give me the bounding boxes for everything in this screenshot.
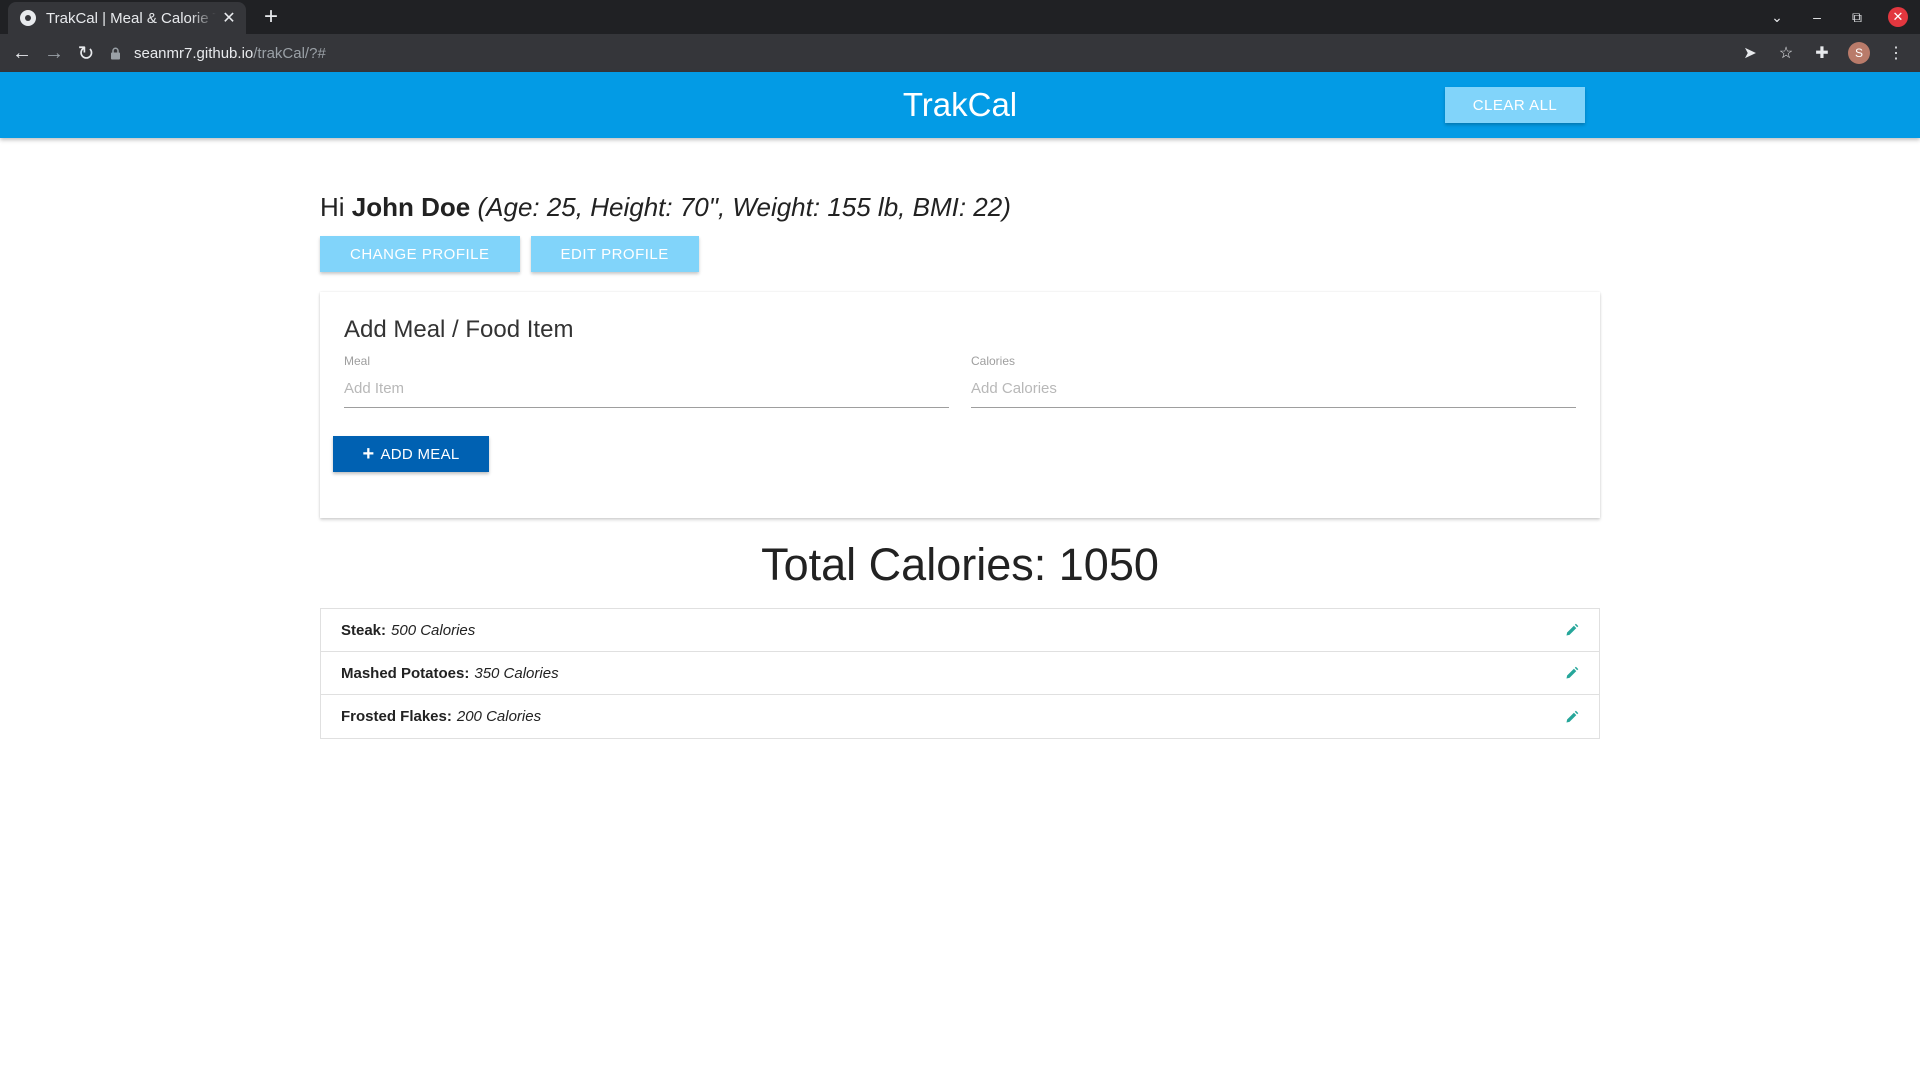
add-meal-card: Add Meal / Food Item Meal Calories + ADD… <box>320 292 1600 518</box>
send-icon[interactable]: ➤ <box>1740 43 1760 63</box>
meal-form-fields: Meal Calories <box>344 354 1576 408</box>
list-item: Frosted Flakes: 200 Calories <box>321 695 1599 738</box>
list-item: Steak: 500 Calories <box>321 609 1599 652</box>
address-bar[interactable]: seanmr7.github.io/trakCal/?# <box>108 37 1808 69</box>
tab-search-icon[interactable]: ⌄ <box>1768 8 1786 26</box>
meal-calories: 200 Calories <box>456 708 542 725</box>
back-icon[interactable]: ← <box>6 37 38 69</box>
browser-toolbar: ← → ↻ seanmr7.github.io/trakCal/?# ➤ ☆ ✚… <box>0 34 1920 72</box>
meal-calories: 500 Calories <box>391 621 476 639</box>
profile-avatar[interactable]: S <box>1848 42 1870 64</box>
meal-field: Meal <box>344 354 949 408</box>
pencil-icon[interactable] <box>1565 710 1579 724</box>
change-profile-button[interactable]: CHANGE PROFILE <box>320 236 520 272</box>
restore-icon[interactable]: ⧉ <box>1848 8 1866 26</box>
window-controls: ⌄ – ⧉ ✕ <box>1768 4 1908 30</box>
minimize-icon[interactable]: – <box>1808 8 1826 26</box>
calories-field: Calories <box>971 354 1576 408</box>
greeting-prefix: Hi <box>320 192 345 222</box>
close-tab-icon[interactable]: ✕ <box>222 9 236 27</box>
profile-greeting: Hi John Doe (Age: 25, Height: 70", Weigh… <box>320 190 1600 224</box>
app-navbar: TrakCal CLEAR ALL <box>0 72 1920 138</box>
card-title: Add Meal / Food Item <box>344 316 574 343</box>
toolbar-actions: ➤ ☆ ✚ S ⋮ <box>1740 37 1906 69</box>
globe-icon <box>20 10 36 26</box>
calories-label: Calories <box>971 354 1016 368</box>
url-path: /trakCal/?# <box>253 44 326 62</box>
user-stats: (Age: 25, Height: 70", Weight: 155 lb, B… <box>477 192 1011 222</box>
edit-profile-button[interactable]: EDIT PROFILE <box>530 236 699 272</box>
add-meal-button[interactable]: + ADD MEAL <box>333 436 489 472</box>
total-calories-label: Total Calories: <box>761 539 1047 590</box>
main-container: Hi John Doe (Age: 25, Height: 70", Weigh… <box>320 138 1600 739</box>
reload-icon[interactable]: ↻ <box>70 37 102 69</box>
plus-icon: + <box>362 443 375 465</box>
total-calories-value: 1050 <box>1058 539 1159 590</box>
meal-label: Meal <box>344 354 371 368</box>
lock-icon <box>108 46 122 60</box>
meal-name: Frosted Flakes: <box>341 708 452 725</box>
add-meal-label: ADD MEAL <box>380 445 460 463</box>
meal-list: Steak: 500 Calories Mashed Potatoes: 350… <box>320 608 1600 739</box>
meal-name: Steak: <box>341 621 387 639</box>
meal-input[interactable] <box>344 370 949 408</box>
brand-logo[interactable]: TrakCal <box>0 72 1920 138</box>
pencil-icon[interactable] <box>1565 623 1579 637</box>
user-name: John Doe <box>351 192 471 222</box>
star-icon[interactable]: ☆ <box>1776 43 1796 63</box>
calories-input[interactable] <box>971 370 1576 408</box>
new-tab-icon[interactable]: + <box>258 3 284 30</box>
list-item: Mashed Potatoes: 350 Calories <box>321 652 1599 695</box>
tab-title: TrakCal | Meal & Calorie Tracker <box>46 9 216 27</box>
meal-calories: 350 Calories <box>474 664 559 682</box>
menu-icon[interactable]: ⋮ <box>1886 43 1906 63</box>
pencil-icon[interactable] <box>1565 666 1579 680</box>
forward-icon[interactable]: → <box>38 37 70 69</box>
browser-tab-strip: TrakCal | Meal & Calorie Tracker ✕ + ⌄ –… <box>0 0 1920 34</box>
window-close-icon[interactable]: ✕ <box>1888 7 1908 27</box>
meal-name: Mashed Potatoes: <box>341 664 470 682</box>
total-calories: Total Calories: 1050 <box>320 536 1600 594</box>
extensions-icon[interactable]: ✚ <box>1812 43 1832 63</box>
browser-tab[interactable]: TrakCal | Meal & Calorie Tracker ✕ <box>8 2 246 34</box>
url-host: seanmr7.github.io <box>134 44 254 62</box>
profile-actions: CHANGE PROFILE EDIT PROFILE <box>320 236 1600 272</box>
clear-all-button[interactable]: CLEAR ALL <box>1445 87 1585 123</box>
